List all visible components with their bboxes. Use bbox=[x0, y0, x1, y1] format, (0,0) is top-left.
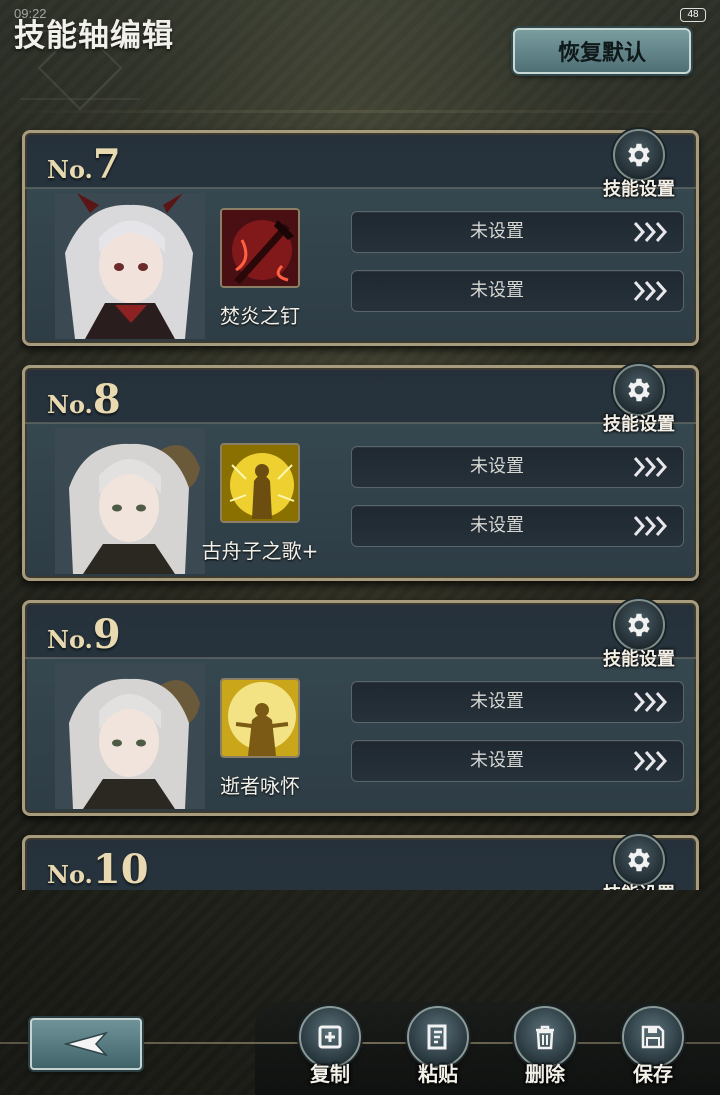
skill-slot-1[interactable]: 未设置 bbox=[351, 446, 684, 488]
card-number: No.10 bbox=[47, 846, 149, 890]
copy-button[interactable]: 复制 bbox=[295, 1006, 365, 1087]
gear-icon[interactable] bbox=[613, 129, 665, 181]
paste-button[interactable]: 粘贴 bbox=[403, 1006, 473, 1087]
skill-settings-button[interactable]: 技能设置 bbox=[596, 834, 682, 890]
skill-icon[interactable] bbox=[220, 208, 300, 288]
skill-settings-button[interactable]: 技能设置 bbox=[596, 364, 682, 436]
gear-icon[interactable] bbox=[613, 834, 665, 886]
triple-chevron-icon bbox=[633, 457, 668, 477]
skill-slot-1[interactable]: 未设置 bbox=[351, 681, 684, 723]
skill-name: 古舟子之歌+ bbox=[201, 539, 319, 563]
skill-settings-button[interactable]: 技能设置 bbox=[596, 599, 682, 671]
skill-card: No.9 技能设置 逝者咏怀 未设置 未设置 bbox=[22, 599, 699, 816]
card-number: No.8 bbox=[47, 376, 121, 423]
paste-icon bbox=[427, 1024, 447, 1050]
skill-icon[interactable] bbox=[220, 443, 300, 523]
back-button[interactable] bbox=[30, 1018, 142, 1070]
card-number: No.9 bbox=[47, 611, 121, 658]
skill-card: No.7 技能设置 焚炎之钉 未设置 未设置 bbox=[22, 129, 699, 346]
skill-card: No.10 技能设置 bbox=[22, 834, 699, 890]
card-number: No.7 bbox=[47, 141, 121, 188]
header-divider bbox=[0, 110, 720, 113]
back-arrow-icon bbox=[63, 1031, 109, 1057]
skill-settings-label[interactable]: 技能设置 bbox=[596, 410, 682, 436]
save-icon bbox=[641, 1025, 665, 1049]
triple-chevron-icon bbox=[633, 281, 668, 301]
skill-settings-label[interactable]: 技能设置 bbox=[596, 880, 682, 890]
skill-name: 逝者咏怀 bbox=[220, 774, 300, 798]
skill-card-list[interactable]: No.7 技能设置 焚炎之钉 未设置 未设置 No.8 技能设置 古舟子之歌+ … bbox=[0, 126, 720, 890]
page-title: 技能轴编辑 bbox=[14, 18, 174, 54]
skill-slot-1[interactable]: 未设置 bbox=[351, 211, 684, 253]
bottom-toolbar: 复制 粘贴 删除 保存 bbox=[0, 1000, 720, 1095]
character-portrait[interactable] bbox=[55, 193, 205, 339]
skill-name: 焚炎之钉 bbox=[220, 304, 300, 328]
skill-icon[interactable] bbox=[220, 678, 300, 758]
triple-chevron-icon bbox=[633, 692, 668, 712]
skill-settings-label[interactable]: 技能设置 bbox=[596, 645, 682, 671]
skill-slot-2[interactable]: 未设置 bbox=[351, 270, 684, 312]
restore-default-button[interactable]: 恢复默认 bbox=[513, 28, 691, 74]
copy-icon bbox=[318, 1025, 342, 1049]
triple-chevron-icon bbox=[633, 516, 668, 536]
triple-chevron-icon bbox=[633, 222, 668, 242]
character-portrait[interactable] bbox=[55, 663, 205, 809]
gear-icon[interactable] bbox=[613, 599, 665, 651]
battery-indicator: 48 bbox=[680, 8, 706, 22]
character-portrait[interactable] bbox=[55, 428, 205, 574]
skill-card: No.8 技能设置 古舟子之歌+ 未设置 未设置 bbox=[22, 364, 699, 581]
trash-icon bbox=[536, 1025, 554, 1050]
delete-button[interactable]: 删除 bbox=[510, 1006, 580, 1087]
save-button[interactable]: 保存 bbox=[618, 1006, 688, 1087]
skill-settings-label[interactable]: 技能设置 bbox=[596, 175, 682, 201]
skill-settings-button[interactable]: 技能设置 bbox=[596, 129, 682, 201]
skill-slot-2[interactable]: 未设置 bbox=[351, 740, 684, 782]
triple-chevron-icon bbox=[633, 751, 668, 771]
skill-slot-2[interactable]: 未设置 bbox=[351, 505, 684, 547]
gear-icon[interactable] bbox=[613, 364, 665, 416]
